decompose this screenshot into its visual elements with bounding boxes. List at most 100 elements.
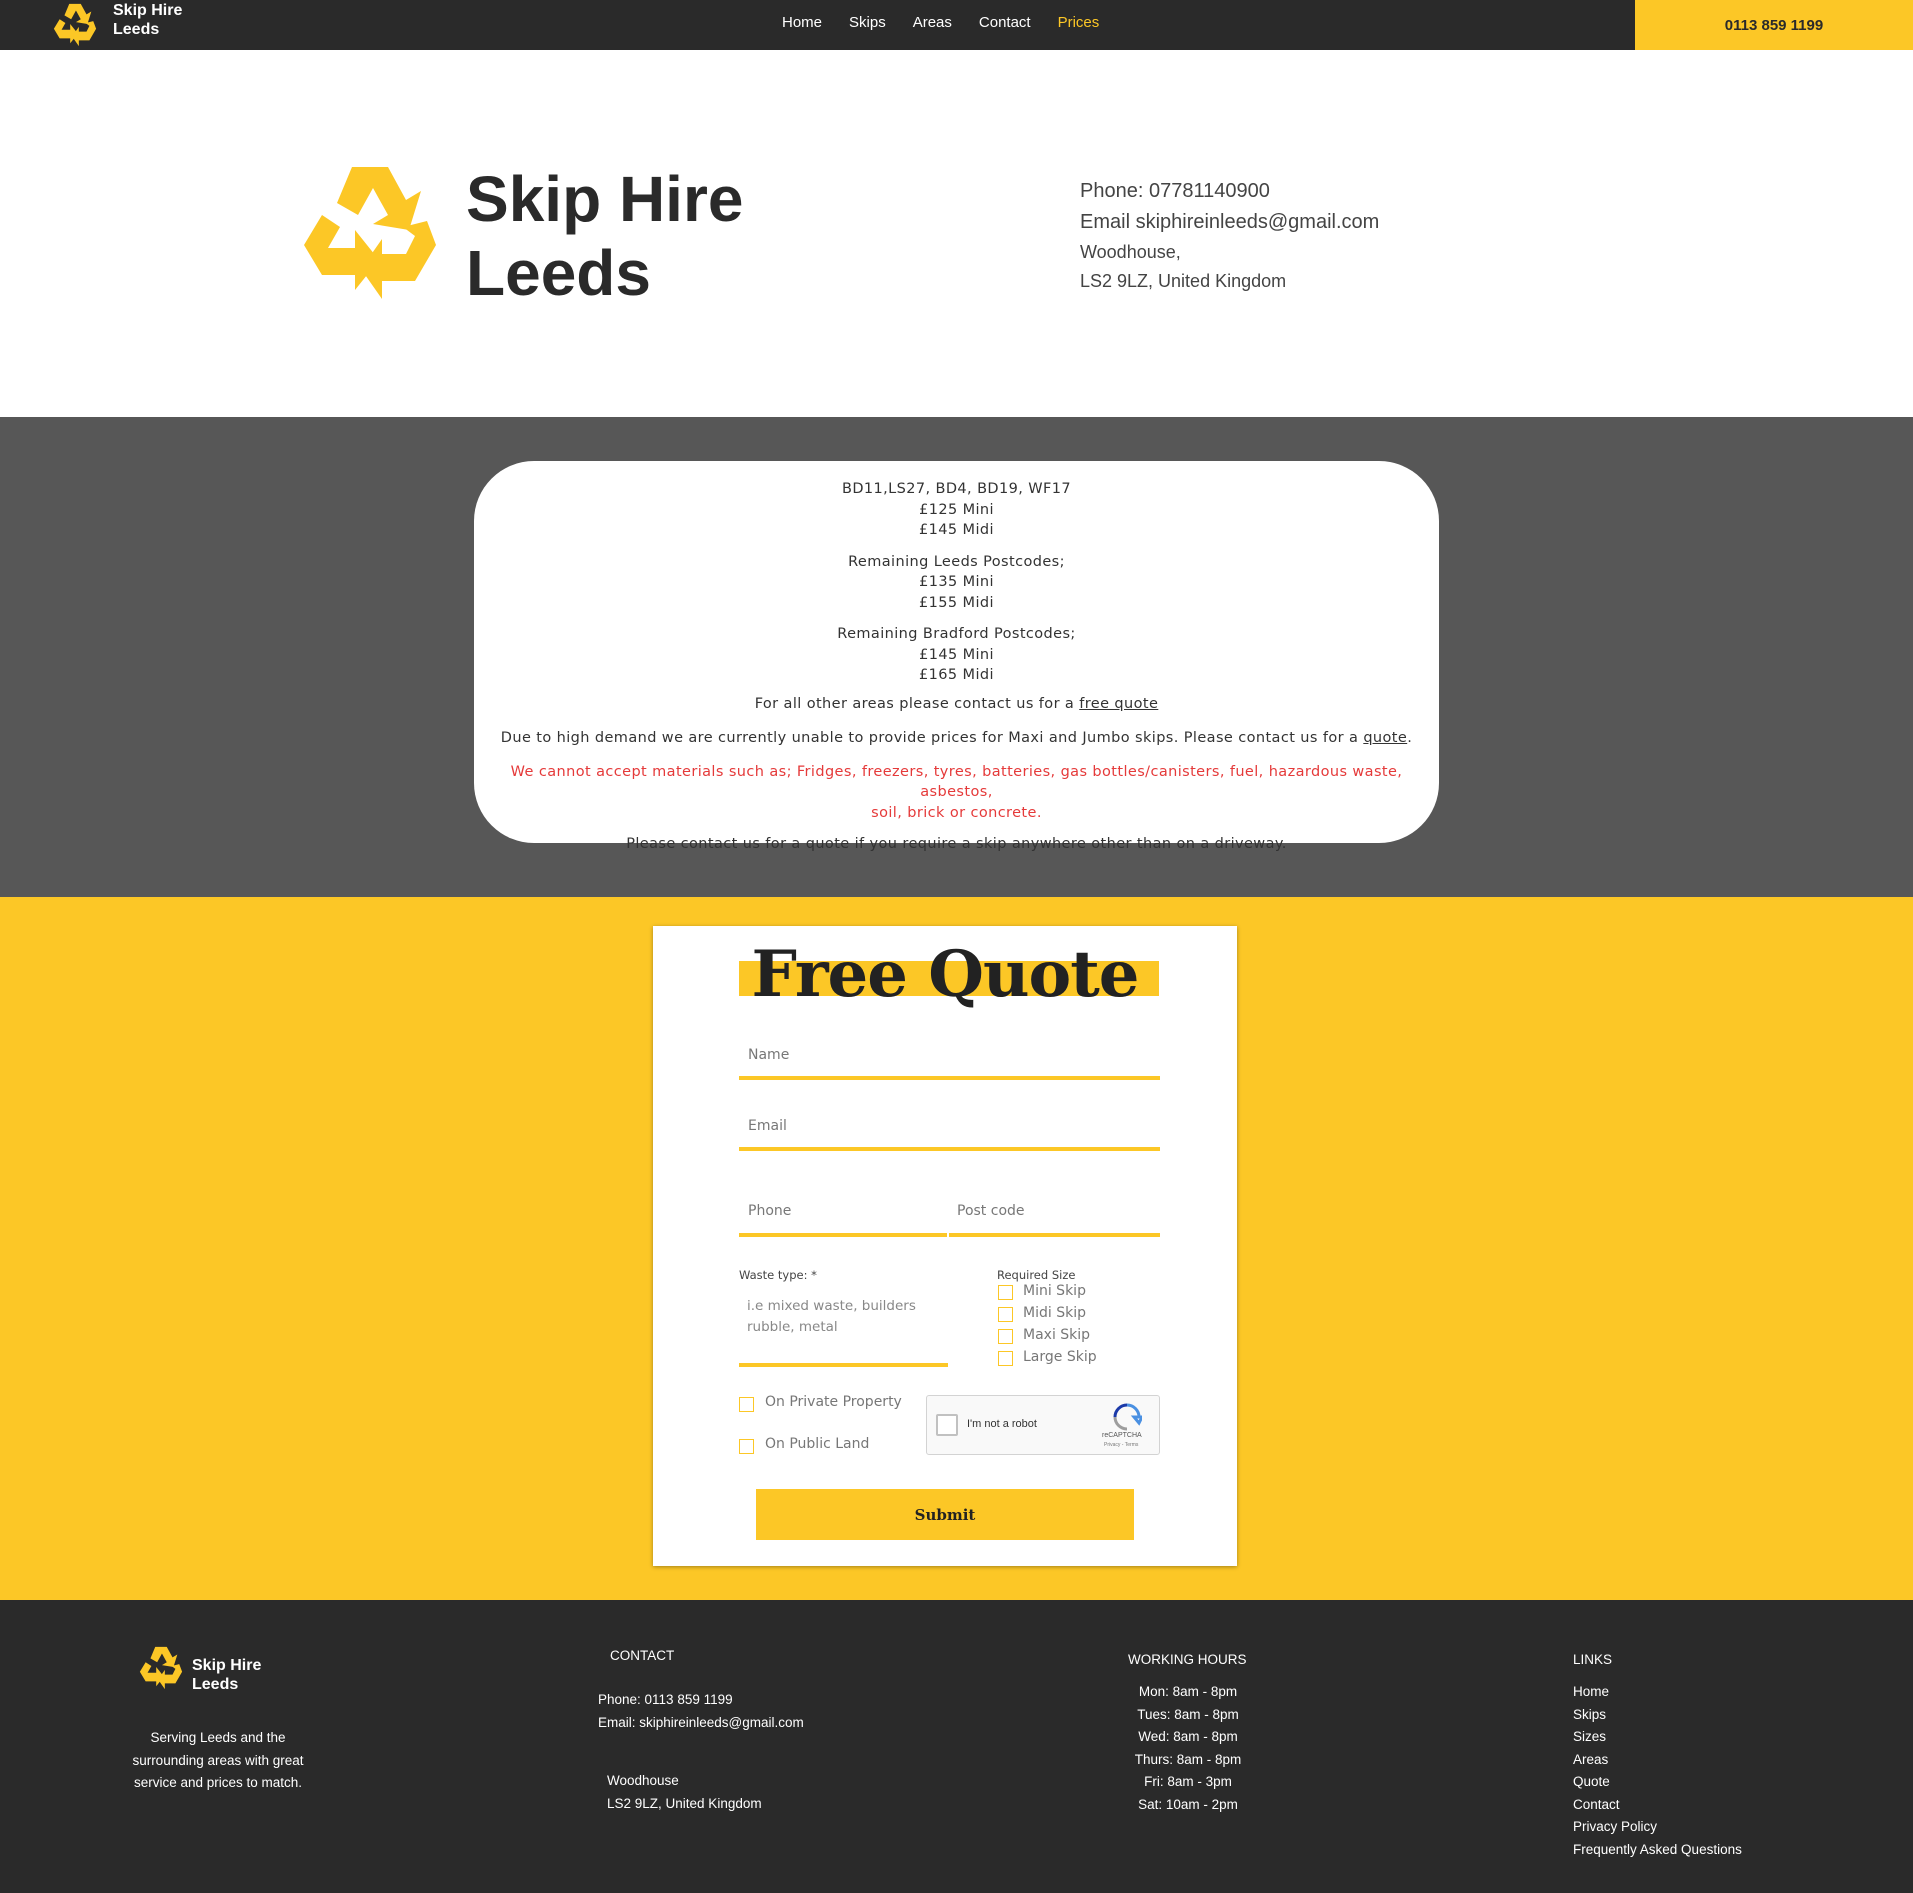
- footer-links: Home Skips Sizes Areas Quote Contact Pri…: [1573, 1681, 1742, 1861]
- email-field-underline: [739, 1147, 1160, 1151]
- footer-link-areas[interactable]: Areas: [1573, 1749, 1742, 1772]
- footer-brand-line-1: Skip Hire: [192, 1657, 262, 1674]
- nav-home[interactable]: Home: [782, 14, 822, 31]
- price-group-2-mini: £135 Mini: [919, 574, 994, 590]
- footer-tagline: Serving Leeds and the surrounding areas …: [122, 1727, 314, 1795]
- phone-field[interactable]: Phone: [748, 1203, 791, 1219]
- tagline-line-1: Serving Leeds and the: [150, 1730, 286, 1745]
- header-address-line-1: Woodhouse,: [1080, 242, 1181, 262]
- required-size-label: Required Size: [997, 1268, 1076, 1282]
- midi-skip-label: Midi Skip: [1023, 1305, 1086, 1321]
- call-phone-button[interactable]: 0113 859 1199: [1635, 0, 1913, 50]
- waste-type-label: Waste type: *: [739, 1268, 817, 1282]
- hours-fri: Fri: 8am - 3pm: [1144, 1774, 1232, 1789]
- footer-brand-name[interactable]: Skip Hire Leeds: [192, 1656, 261, 1694]
- name-field-underline: [739, 1076, 1160, 1080]
- quote-form-title: Free Quote: [751, 937, 1140, 1012]
- footer-link-privacy-policy[interactable]: Privacy Policy: [1573, 1816, 1742, 1839]
- nav-skips[interactable]: Skips: [849, 14, 886, 31]
- recycle-logo-icon: [304, 167, 436, 299]
- footer-link-skips[interactable]: Skips: [1573, 1704, 1742, 1727]
- price-group-1-midi: £145 Midi: [919, 522, 994, 538]
- footer-links-heading: LINKS: [1573, 1652, 1613, 1667]
- footer-address: Woodhouse LS2 9LZ, United Kingdom: [607, 1770, 762, 1815]
- brand-line-2: Leeds: [113, 21, 160, 38]
- mini-skip-label: Mini Skip: [1023, 1283, 1086, 1299]
- hours-wed: Wed: 8am - 8pm: [1138, 1729, 1238, 1744]
- main-nav: Home Skips Areas Contact Prices: [782, 0, 1126, 44]
- tagline-line-2: surrounding areas with great: [132, 1752, 304, 1768]
- prices-text: BD11,LS27, BD4, BD19, WF17 £125 Mini £14…: [474, 479, 1439, 855]
- footer-email: Email: skiphireinleeds@gmail.com: [598, 1714, 804, 1730]
- quote-form-card: [653, 926, 1237, 1566]
- recaptcha-checkbox[interactable]: [936, 1414, 958, 1436]
- demand-text: Due to high demand we are currently unab…: [500, 730, 1364, 746]
- price-group-1-mini: £125 Mini: [919, 501, 994, 518]
- nav-contact[interactable]: Contact: [979, 14, 1031, 31]
- page-title: Skip Hire Leeds: [466, 162, 743, 310]
- postcode-field[interactable]: Post code: [957, 1203, 1025, 1219]
- title-line-2: Leeds: [466, 237, 651, 309]
- brand-name[interactable]: Skip Hire Leeds: [113, 1, 182, 39]
- hours-mon: Mon: 8am - 8pm: [1138, 1684, 1238, 1699]
- waste-placeholder-line-2: rubble, metal: [747, 1319, 838, 1335]
- mini-skip-checkbox[interactable]: [998, 1285, 1013, 1300]
- restricted-materials-line-2: soil, brick or concrete.: [871, 804, 1042, 821]
- tagline-line-3: service and prices to match.: [133, 1775, 303, 1790]
- price-group-1-areas: BD11,LS27, BD4, BD19, WF17: [842, 481, 1071, 497]
- hours-sat: Sat: 10am - 2pm: [1138, 1796, 1238, 1812]
- footer-hours-list: Mon: 8am - 8pm Tues: 8am - 8pm Wed: 8am …: [1128, 1681, 1248, 1816]
- email-field[interactable]: Email: [748, 1118, 787, 1134]
- price-group-3-areas: Remaining Bradford Postcodes;: [837, 626, 1076, 642]
- other-areas-text: For all other areas please contact us fo…: [754, 695, 1080, 712]
- footer-contact-heading: CONTACT: [610, 1648, 675, 1663]
- private-property-checkbox[interactable]: [739, 1397, 754, 1412]
- maxi-skip-checkbox[interactable]: [998, 1329, 1013, 1344]
- footer-link-contact[interactable]: Contact: [1573, 1794, 1742, 1817]
- hours-thurs: Thurs: 8am - 8pm: [1134, 1751, 1242, 1767]
- midi-skip-checkbox[interactable]: [998, 1307, 1013, 1322]
- recaptcha-brand: reCAPTCHA: [1102, 1432, 1142, 1439]
- submit-button[interactable]: Submit: [756, 1489, 1134, 1540]
- postcode-field-underline: [949, 1233, 1160, 1237]
- footer-hours-heading: WORKING HOURS: [1128, 1652, 1247, 1667]
- recycle-logo-icon[interactable]: [48, 0, 102, 48]
- large-skip-label: Large Skip: [1023, 1349, 1097, 1365]
- recaptcha-icon: [1113, 1403, 1142, 1431]
- other-areas-note: For all other areas please contact us fo…: [474, 694, 1439, 715]
- demand-note: Due to high demand we are currently unab…: [474, 728, 1439, 749]
- footer-link-quote[interactable]: Quote: [1573, 1771, 1742, 1794]
- title-line-1: Skip Hire: [466, 163, 744, 235]
- price-group-3-mini: £145 Mini: [919, 646, 994, 663]
- driveway-note: Please contact us for a quote if you req…: [626, 836, 1287, 852]
- footer-link-faq[interactable]: Frequently Asked Questions: [1573, 1839, 1742, 1862]
- footer-address-line-1: Woodhouse: [607, 1773, 679, 1788]
- phone-field-underline: [739, 1233, 947, 1237]
- waste-type-textarea[interactable]: i.e mixed waste, builders rubble, metal: [747, 1296, 916, 1338]
- brand-line-1: Skip Hire: [113, 2, 183, 19]
- header-phone: Phone: 07781140900: [1080, 180, 1270, 202]
- waste-type-underline: [739, 1363, 948, 1367]
- nav-areas[interactable]: Areas: [913, 14, 952, 31]
- header-email: Email skiphireinleeds@gmail.com: [1080, 211, 1380, 233]
- nav-prices[interactable]: Prices: [1058, 14, 1100, 31]
- footer-address-line-2: LS2 9LZ, United Kingdom: [607, 1795, 762, 1811]
- hours-tues: Tues: 8am - 8pm: [1137, 1706, 1239, 1722]
- demand-suffix: .: [1407, 730, 1413, 746]
- recycle-logo-icon[interactable]: [135, 1643, 187, 1691]
- header-contact-info: Phone: 07781140900 Email skiphireinleeds…: [1080, 176, 1379, 296]
- footer-link-home[interactable]: Home: [1573, 1681, 1742, 1704]
- header-address-line-2: LS2 9LZ, United Kingdom: [1080, 271, 1287, 291]
- restricted-materials-line-1: We cannot accept materials such as; Frid…: [510, 763, 1403, 801]
- quote-link[interactable]: quote: [1363, 730, 1407, 746]
- name-field[interactable]: Name: [748, 1047, 789, 1063]
- private-property-label: On Private Property: [765, 1394, 902, 1410]
- recaptcha-terms[interactable]: Privacy - Terms: [1104, 1442, 1138, 1448]
- price-group-2-areas: Remaining Leeds Postcodes;: [848, 553, 1065, 570]
- free-quote-link[interactable]: free quote: [1079, 696, 1158, 712]
- public-land-checkbox[interactable]: [739, 1439, 754, 1454]
- footer-contact-info: Phone: 0113 859 1199 Email: skiphireinle…: [598, 1689, 804, 1734]
- recaptcha-label: I'm not a robot: [967, 1418, 1037, 1430]
- large-skip-checkbox[interactable]: [998, 1351, 1013, 1366]
- footer-link-sizes[interactable]: Sizes: [1573, 1726, 1742, 1749]
